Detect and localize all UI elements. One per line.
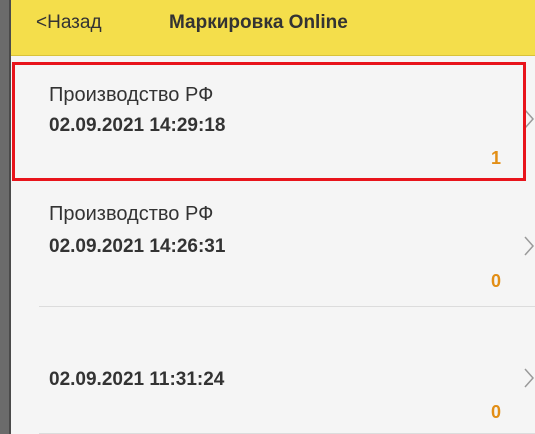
chevron-right-icon (524, 236, 535, 256)
app-header: <Назад Маркировка Online (11, 0, 535, 56)
window-left-edge (0, 0, 11, 434)
list-item-count: 1 (490, 148, 501, 168)
list-item[interactable]: Производство РФ 02.09.2021 14:29:18 1 (11, 56, 535, 184)
list-item[interactable]: 02.09.2021 11:31:24 0 (11, 307, 535, 434)
window-left-edge-line (9, 0, 11, 434)
page-title: Маркировка Online (169, 12, 348, 33)
list-item-date: 02.09.2021 11:31:24 (49, 369, 225, 390)
list-item-date: 02.09.2021 14:29:18 (49, 115, 226, 136)
chevron-right-icon (524, 368, 535, 388)
back-button[interactable]: <Назад (36, 12, 102, 34)
document-list: Производство РФ 02.09.2021 14:29:18 1 Пр… (11, 56, 535, 434)
list-item-count: 0 (490, 271, 501, 291)
list-item-date: 02.09.2021 14:26:31 (49, 236, 226, 257)
list-item[interactable]: Производство РФ 02.09.2021 14:26:31 0 (11, 191, 535, 307)
chevron-right-icon (524, 109, 535, 129)
app-frame: <Назад Маркировка Online Производство РФ… (0, 0, 535, 434)
list-item-count: 0 (490, 402, 501, 422)
list-item-label: Производство РФ (49, 203, 214, 225)
list-item-label: Производство РФ (49, 84, 214, 106)
